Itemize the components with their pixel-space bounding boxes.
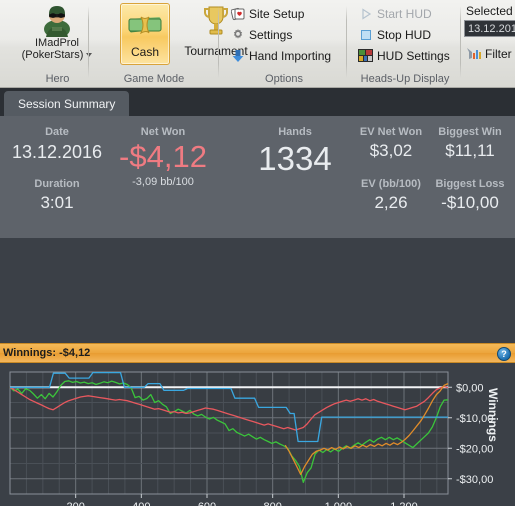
stat-hands-value: 1334 [258,140,332,177]
chart-yaxis-label: Winnings [486,388,500,442]
winnings-chart-svg: $0,00-$10,00-$20,00-$30,002004006008001 … [9,371,493,506]
stat-date-value: 13.12.2016 [11,142,103,162]
stat-biggest-loss-label: Biggest Loss [435,178,505,190]
stop-square-icon [358,27,373,42]
stat-ev-bb100-label: EV (bb/100) [361,178,421,190]
hud-grid-icon [358,48,373,63]
stat-duration-value: 3:01 [40,193,74,212]
tab-session-summary-label: Session Summary [18,96,116,111]
ribbon-group-selected-session: Selected S 13.12.2016 Filter a [462,0,515,88]
ribbon-group-hud: Start HUD Stop HUD HUD Settings Heads-Up… [350,0,460,88]
winnings-header-bar: Winnings: -$4,12 ? [0,343,515,363]
stop-hud-label: Stop HUD [377,27,432,42]
ribbon-separator [88,6,89,78]
session-date-field[interactable]: 13.12.2016 [464,20,515,37]
ribbon-separator [460,6,461,78]
svg-text:$0,00: $0,00 [456,382,484,394]
tab-strip: Session Summary [0,88,515,116]
play-icon [358,6,373,21]
stat-duration-label: Duration [34,178,80,190]
svg-text:800: 800 [263,501,281,506]
stat-hands: Hands 1334 [240,126,350,178]
gear-icon [230,27,245,42]
ribbon-group-options: Site Setup Settings Hand Importing Optio… [222,0,346,88]
download-arrow-icon [230,48,245,63]
filter-button[interactable]: Filter a [466,44,515,63]
stat-biggest-loss: Biggest Loss -$10,00 [428,178,512,213]
user-avatar-icon [44,6,70,37]
winnings-chart: $0,00-$10,00-$20,00-$30,002004006008001 … [0,363,515,506]
start-hud-label: Start HUD [377,6,432,21]
selected-session-title: Selected S [466,4,515,18]
session-stats-panel: Date 13.12.2016 Duration 3:01 Net Won -$… [0,116,515,238]
stat-hands-label: Hands [278,126,312,138]
money-stack-icon [128,16,162,35]
cash-mode-button[interactable]: Cash [120,3,170,65]
cash-mode-label: Cash [130,45,159,59]
tab-session-summary[interactable]: Session Summary [4,91,130,116]
start-hud-button[interactable]: Start HUD [358,4,432,23]
svg-text:200: 200 [66,501,84,506]
hud-settings-button[interactable]: HUD Settings [358,46,450,65]
svg-text:1 200: 1 200 [390,501,418,506]
session-date-value: 13.12.2016 [468,22,515,35]
help-question-icon[interactable]: ? [497,347,511,361]
svg-text:-$20,00: -$20,00 [456,443,493,455]
stat-ev-bb100-value: 2,26 [374,193,408,212]
svg-text:1 000: 1 000 [325,501,353,506]
cards-icon [230,6,245,21]
stat-biggest-win-label: Biggest Win [438,126,502,138]
stat-biggest-loss-value: -$10,00 [441,193,499,212]
stat-net-won-bb100: -3,09 bb/100 [132,176,194,188]
stat-net-won-label: Net Won [140,126,186,138]
stat-ev-bb100: EV (bb/100) 2,26 [352,178,430,213]
ribbon-group-label-game-mode: Game Mode [123,73,185,85]
svg-text:-$30,00: -$30,00 [456,474,493,486]
stat-ev-net-won-label: EV Net Won [359,126,423,138]
stat-biggest-win-value: $11,11 [445,141,495,160]
winnings-header-label: Winnings: -$4,12 [3,347,91,359]
hand-importing-button[interactable]: Hand Importing [230,46,331,65]
stat-ev-net-won: EV Net Won $3,02 [352,126,430,161]
ribbon-group-game-mode: Cash Tournament Game Mode [90,0,248,88]
stat-ev-net-won-value: $3,02 [369,141,413,160]
stat-date-label: Date [45,126,69,138]
settings-button[interactable]: Settings [230,25,292,44]
stat-net-won-value: -$4,12 [119,139,207,174]
site-setup-label: Site Setup [249,6,305,21]
stop-hud-button[interactable]: Stop HUD [358,25,431,44]
hero-name: IMadProl [34,37,80,49]
svg-text:400: 400 [132,501,150,506]
stat-biggest-win: Biggest Win $11,11 [428,126,512,161]
ribbon-separator [346,6,347,78]
site-setup-button[interactable]: Site Setup [230,4,304,23]
filter-bars-icon [466,46,481,61]
ribbon-group-label-hud: Heads-Up Display [360,73,450,85]
hand-importing-label: Hand Importing [249,48,332,63]
stat-duration: Duration 3:01 [2,178,112,213]
hero-site: (PokerStars) [22,49,93,61]
stat-net-won: Net Won -$4,12 -3,09 bb/100 [108,126,218,188]
ribbon-group-label-options: Options [265,73,303,85]
ribbon-separator [218,6,219,78]
main-content: Session Summary Date 13.12.2016 Duration… [0,88,515,506]
hud-settings-label: HUD Settings [377,48,450,63]
stat-date: Date 13.12.2016 [2,126,112,163]
filter-label: Filter a [485,46,515,61]
svg-text:600: 600 [198,501,216,506]
ribbon-toolbar: IMadProl (PokerStars) Hero Cash Tourname… [0,0,515,88]
settings-label: Settings [249,27,293,42]
